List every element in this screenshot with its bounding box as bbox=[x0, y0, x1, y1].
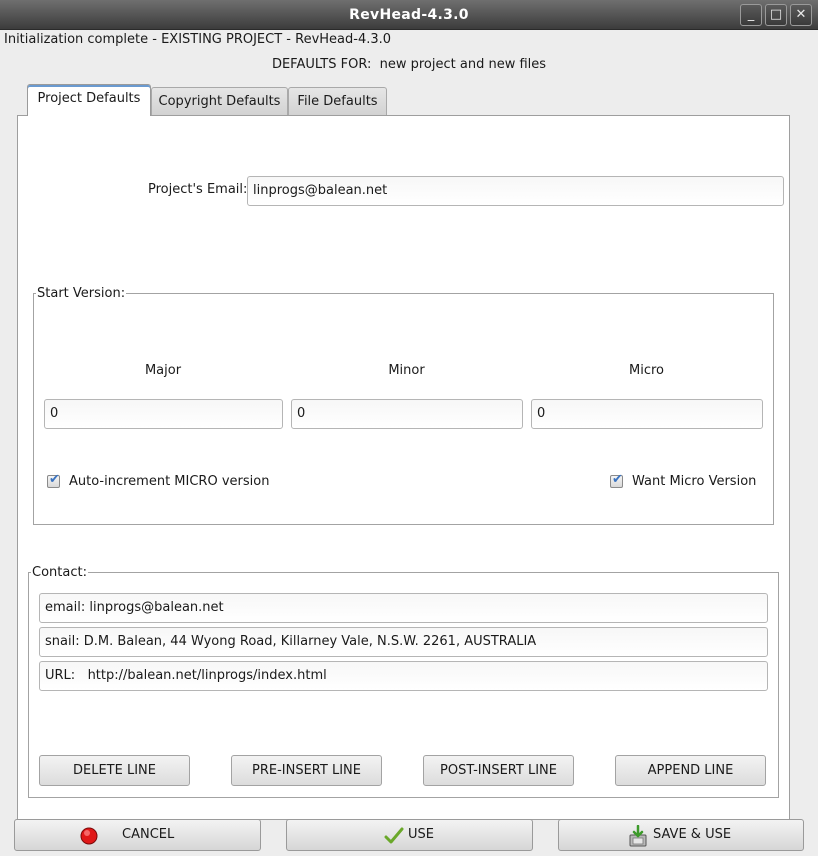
minimize-icon: _ bbox=[747, 7, 755, 22]
contact-line-url[interactable]: URL: http://balean.net/linprogs/index.ht… bbox=[39, 661, 768, 691]
want-micro-checkbox[interactable]: ✔ bbox=[610, 472, 623, 488]
window-title: RevHead-4.3.0 bbox=[349, 7, 469, 23]
delete-line-button[interactable]: DELETE LINE bbox=[39, 755, 190, 786]
auto-increment-checkbox[interactable]: ✔ bbox=[47, 472, 60, 488]
major-version-field[interactable]: 0 bbox=[44, 399, 283, 429]
post-insert-line-button[interactable]: POST-INSERT LINE bbox=[423, 755, 574, 786]
defaults-heading: DEFAULTS FOR: new project and new files bbox=[271, 57, 547, 72]
checkmark-icon: ✔ bbox=[49, 472, 60, 487]
save-and-use-button[interactable]: SAVE & USE bbox=[558, 819, 804, 851]
micro-version-field[interactable]: 0 bbox=[531, 399, 763, 429]
use-button[interactable]: USE bbox=[286, 819, 533, 851]
want-micro-label[interactable]: Want Micro Version bbox=[632, 474, 756, 489]
save-download-icon bbox=[629, 825, 647, 847]
tab-file-defaults[interactable]: File Defaults bbox=[288, 87, 387, 115]
append-line-button[interactable]: APPEND LINE bbox=[615, 755, 766, 786]
use-label: USE bbox=[408, 827, 434, 842]
cancel-label: CANCEL bbox=[122, 827, 175, 842]
maximize-icon: □ bbox=[769, 7, 783, 22]
checkmark-icon: ✔ bbox=[612, 472, 623, 487]
minor-version-field[interactable]: 0 bbox=[291, 399, 523, 429]
pre-insert-line-button[interactable]: PRE-INSERT LINE bbox=[231, 755, 382, 786]
contact-line-email[interactable]: email: linprogs@balean.net bbox=[39, 593, 768, 623]
tab-project-defaults[interactable]: Project Defaults bbox=[27, 84, 151, 116]
contact-legend: Contact: bbox=[31, 565, 88, 580]
micro-label: Micro bbox=[629, 363, 664, 378]
tab-copyright-defaults[interactable]: Copyright Defaults bbox=[151, 87, 288, 115]
contact-line-snail[interactable]: snail: D.M. Balean, 44 Wyong Road, Killa… bbox=[39, 627, 768, 657]
minor-label: Minor bbox=[388, 363, 425, 378]
status-text: Initialization complete - EXISTING PROJE… bbox=[4, 32, 392, 47]
checkmark-icon bbox=[384, 827, 404, 844]
project-email-field[interactable]: linprogs@balean.net bbox=[247, 176, 784, 206]
close-icon: ✕ bbox=[795, 7, 807, 22]
cancel-button[interactable]: CANCEL bbox=[14, 819, 261, 851]
start-version-legend: Start Version: bbox=[36, 286, 127, 301]
auto-increment-label[interactable]: Auto-increment MICRO version bbox=[69, 474, 269, 489]
close-button[interactable]: ✕ bbox=[790, 4, 812, 26]
minimize-button[interactable]: _ bbox=[740, 4, 762, 26]
stop-icon bbox=[80, 827, 98, 845]
save-and-use-label: SAVE & USE bbox=[653, 827, 732, 842]
project-email-label: Project's Email: bbox=[148, 182, 248, 197]
major-label: Major bbox=[144, 363, 182, 378]
maximize-button[interactable]: □ bbox=[765, 4, 787, 26]
